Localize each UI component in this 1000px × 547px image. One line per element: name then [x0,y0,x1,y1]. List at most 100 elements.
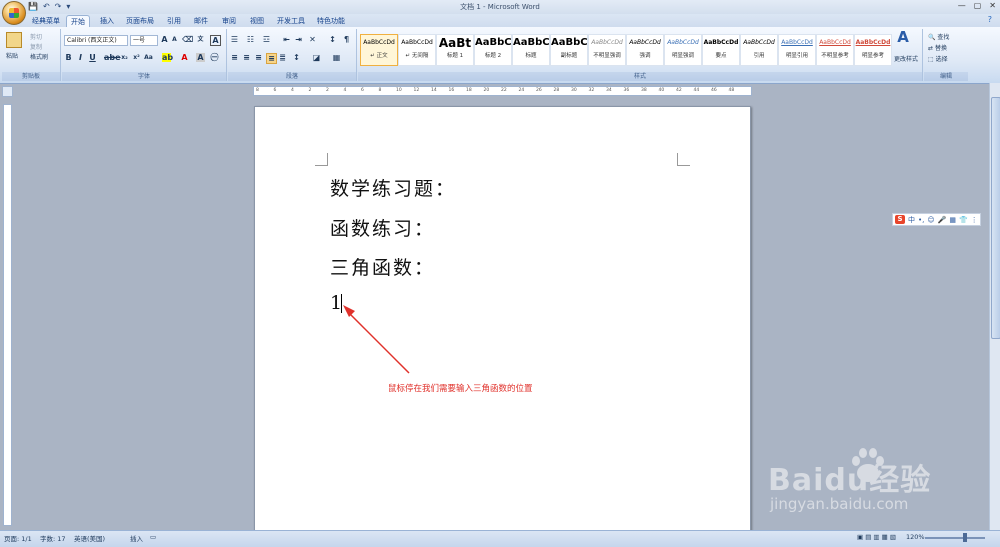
underline-icon[interactable]: U [88,53,97,62]
change-case-icon[interactable]: Aa [144,53,153,62]
bullets-icon[interactable]: ☰ [230,35,239,44]
zoom-slider-knob[interactable] [963,533,967,542]
paste-button[interactable]: 粘贴 [6,51,18,60]
ime-skin-icon[interactable]: 👕 [959,216,968,224]
status-zoom[interactable]: 120% [906,533,925,541]
ime-emoji-icon[interactable]: ☺ [927,216,934,224]
shrink-font-icon[interactable]: A [170,35,179,44]
status-page[interactable]: 页面: 1/1 [4,533,32,543]
status-insert-mode[interactable]: 插入 [130,533,143,543]
format-painter-button[interactable]: 格式刷 [30,52,48,61]
copy-button[interactable]: 复制 [30,42,42,51]
vertical-ruler[interactable] [3,104,12,526]
style-strong[interactable]: AaBbCcDd 要点 [702,34,740,66]
maximize-icon[interactable]: ▢ [974,1,982,10]
highlight-icon[interactable]: ab [162,53,173,62]
italic-icon[interactable]: I [76,53,85,62]
view-buttons[interactable]: ▣ ▤ ▥ ▦ ▧ [857,533,896,541]
status-words[interactable]: 字数: 17 [40,533,66,543]
ime-toolbar[interactable]: S 中 •, ☺ 🎤 ▦ 👕 ⋮ [892,213,981,226]
zoom-slider[interactable] [925,537,985,539]
style-quote[interactable]: AaBbCcDd 引用 [740,34,778,66]
tab-selector[interactable] [2,86,13,97]
ribbon: 粘贴 剪切 复制 格式刷 剪贴板 Calibri (西文正文) 一号 A A ⌫… [0,27,1000,84]
align-left-icon[interactable]: ≡ [230,53,239,62]
tab-references[interactable]: 引用 [163,15,185,27]
style-subtitle[interactable]: AaBbC 副标题 [550,34,588,66]
tab-page-layout[interactable]: 页面布局 [122,15,158,27]
style-subtle-reference[interactable]: AaBbCcDd 不明显参考 [816,34,854,66]
font-color-icon[interactable]: A [180,53,189,62]
ruler-mark: 8 [256,88,259,93]
ime-punct-icon[interactable]: •, [918,216,924,224]
increase-indent-icon[interactable]: ⇥ [294,35,303,44]
tab-insert[interactable]: 插入 [96,15,118,27]
style-subtle-emphasis[interactable]: AaBbCcDd 不明显强调 [588,34,626,66]
ime-more-icon[interactable]: ⋮ [971,216,978,224]
grow-font-icon[interactable]: A [160,35,169,44]
horizontal-ruler[interactable]: 8 6 4 2 2 4 6 8 10 12 14 16 18 20 22 24 26 28 30 32 34 36 38 40… [253,86,752,96]
style-normal[interactable]: AaBbCcDd ↵ 正文 [360,34,398,66]
show-marks-icon[interactable]: ¶ [342,35,351,44]
document-page[interactable]: 数学练习题： 函数练习： 三角函数： 1 鼠标停在我们需要输入三角函数的位置 [254,106,751,538]
close-icon[interactable]: ✕ [989,1,996,10]
numbering-icon[interactable]: ☷ [246,35,255,44]
subscript-icon[interactable]: x₂ [120,53,129,62]
ime-keyboard-icon[interactable]: ▦ [949,216,956,224]
select-button[interactable]: ⬚ 选择 [928,54,948,63]
clear-format-icon[interactable]: ⌫ [182,35,193,44]
line-spacing-icon[interactable]: ↕ [292,53,301,62]
style-intense-reference[interactable]: AaBbCcDd 明显参考 [854,34,892,66]
multilevel-list-icon[interactable]: ☲ [262,35,271,44]
office-button[interactable] [2,1,26,25]
status-language[interactable]: 英语(美国) [74,533,105,543]
macro-record-icon[interactable]: ▭ [150,533,156,541]
align-center-icon[interactable]: ≡ [242,53,251,62]
tab-classic-menu[interactable]: 经典菜单 [28,15,64,27]
strikethrough-icon[interactable]: abe [104,53,121,62]
char-shading-icon[interactable]: A [196,53,205,62]
style-intense-emphasis[interactable]: AaBbCcDd 明显强调 [664,34,702,66]
style-intense-quote[interactable]: AaBbCcDd 明显引用 [778,34,816,66]
sort-icon[interactable]: ↕ [328,35,337,44]
style-no-spacing[interactable]: AaBbCcDd ↵ 无间隔 [398,34,436,66]
shading-icon[interactable]: ◪ [312,53,321,62]
style-heading-1[interactable]: AaBt 标题 1 [436,34,474,66]
char-border-icon[interactable]: A [210,35,221,46]
cut-button[interactable]: 剪切 [30,32,42,41]
style-title[interactable]: AaBbC 标题 [512,34,550,66]
find-button[interactable]: 🔍 查找 [928,32,949,41]
phonetic-guide-icon[interactable]: 文 [196,35,205,44]
minimize-icon[interactable]: — [958,1,966,10]
superscript-icon[interactable]: x² [132,53,141,62]
borders-icon[interactable]: ▦ [332,53,341,62]
distributed-icon[interactable]: ≣ [278,53,287,62]
decrease-indent-icon[interactable]: ⇤ [282,35,291,44]
ime-voice-icon[interactable]: 🎤 [938,216,947,224]
styles-group: AaBbCcDd ↵ 正文 AaBbCcDd ↵ 无间隔 AaBt 标题 1 AaBb… [358,29,923,81]
bold-icon[interactable]: B [64,53,73,62]
replace-button[interactable]: ⇄ 替换 [928,43,947,52]
chinese-layout-icon[interactable]: ✕ [308,35,317,44]
tab-developer[interactable]: 开发工具 [273,15,309,27]
tab-special-features[interactable]: 特色功能 [313,15,349,27]
change-styles-icon[interactable]: A [894,30,912,51]
ime-chinese-icon[interactable]: 中 [908,215,915,225]
paste-icon[interactable] [6,32,22,48]
ruler-mark: 32 [588,88,595,93]
help-icon[interactable]: ? [988,15,992,24]
tab-view[interactable]: 视图 [246,15,268,27]
scrollbar-thumb[interactable] [991,97,1000,339]
align-right-icon[interactable]: ≡ [254,53,263,62]
justify-icon[interactable]: ≡ [266,53,277,64]
enclose-char-icon[interactable]: ㊀ [210,53,219,62]
font-name-combo[interactable]: Calibri (西文正文) [64,35,128,46]
change-styles-button[interactable]: 更改样式 [894,54,918,63]
tab-mailings[interactable]: 邮件 [190,15,212,27]
style-heading-2[interactable]: AaBbC 标题 2 [474,34,512,66]
style-emphasis[interactable]: AaBbCcDd 强调 [626,34,664,66]
tab-review[interactable]: 审阅 [218,15,240,27]
vertical-scrollbar[interactable] [989,83,1000,530]
style-sample: AaBbC [513,37,549,48]
font-size-combo[interactable]: 一号 [130,35,158,46]
